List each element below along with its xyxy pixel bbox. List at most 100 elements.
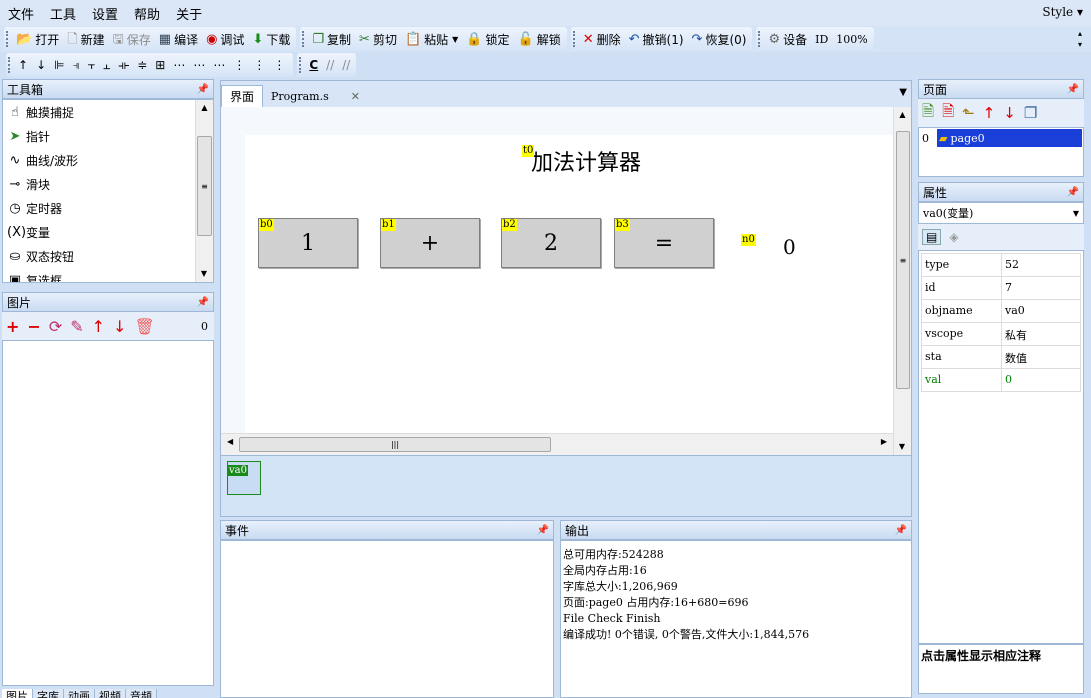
property-value[interactable]: va0 bbox=[1002, 300, 1080, 322]
page-item-page0[interactable]: ▰ page0 bbox=[937, 129, 1082, 147]
toolbox-item[interactable]: ⛀ 双态按钮 bbox=[3, 244, 213, 268]
property-row[interactable]: val 0 bbox=[922, 369, 1080, 392]
lock-button[interactable]: 🔒 锁定 bbox=[462, 28, 513, 50]
close-icon[interactable]: ✕ bbox=[351, 90, 360, 103]
pin-icon[interactable]: 📌 bbox=[537, 525, 549, 536]
output-log[interactable]: 总可用内存:524288 全局内存占用:16 字库总大小:1,206,969 页面:p… bbox=[560, 540, 912, 698]
menu-help[interactable]: 帮助 bbox=[126, 4, 168, 23]
space-h2-icon[interactable]: ⋯ bbox=[189, 54, 209, 76]
editor-hscroll[interactable]: ◀ ||| ▶ bbox=[221, 433, 893, 455]
space-v-icon[interactable]: ⋮ bbox=[229, 54, 249, 76]
add-icon[interactable]: + bbox=[6, 317, 19, 336]
resource-tab[interactable]: 视频 bbox=[95, 689, 126, 698]
align-left-icon[interactable]: ⊫ bbox=[50, 54, 68, 76]
toolbox-scrollbar[interactable]: ▲ ≡ ▼ bbox=[195, 100, 213, 282]
space-h-icon[interactable]: ⋯ bbox=[169, 54, 189, 76]
down-icon[interactable]: ↓ bbox=[113, 317, 126, 336]
tab-interface[interactable]: 界面 bbox=[221, 85, 264, 107]
up-icon[interactable]: ↑ bbox=[92, 317, 105, 336]
pin-icon[interactable]: 📌 bbox=[1067, 187, 1079, 198]
uncomment-icon[interactable]: // bbox=[338, 54, 354, 76]
property-value[interactable]: 数值 bbox=[1002, 346, 1080, 368]
move-up-icon[interactable]: ↑ bbox=[14, 54, 32, 76]
compile-button[interactable]: ▦ 编译 bbox=[155, 28, 202, 50]
tab-list-icon[interactable]: ▼ bbox=[899, 87, 907, 98]
pictures-list[interactable] bbox=[2, 340, 214, 686]
add-page-icon[interactable]: 🗎 bbox=[922, 101, 934, 126]
pin-icon[interactable]: 📌 bbox=[197, 297, 209, 308]
import-page-icon[interactable]: ⬑ bbox=[962, 104, 975, 122]
remove-icon[interactable]: − bbox=[27, 317, 40, 336]
toolbox-item[interactable]: ☝ 触摸捕捉 bbox=[3, 100, 213, 124]
events-icon[interactable]: ◈ bbox=[949, 230, 958, 244]
number-display[interactable]: 0 bbox=[783, 235, 796, 259]
device-settings-button[interactable]: ⚙ 设备 bbox=[764, 28, 811, 50]
grid-icon[interactable]: ⊞ bbox=[151, 54, 169, 76]
toolbox-item[interactable]: ▣ 复选框 bbox=[3, 268, 213, 283]
page-canvas[interactable]: 加法计算器 t0 1 b0 + b1 2 b2 = b3 n0 0 bbox=[245, 135, 893, 433]
align-top-icon[interactable]: ⫟ bbox=[84, 54, 99, 76]
refresh-icon[interactable]: ⟳ bbox=[49, 317, 62, 336]
resource-tab[interactable]: 音频 bbox=[126, 689, 157, 698]
copy-page-icon[interactable]: ❐ bbox=[1024, 104, 1037, 122]
toolbox-item[interactable]: ⊸ 滑块 bbox=[3, 172, 213, 196]
toolbox-item[interactable]: ◷ 定时器 bbox=[3, 196, 213, 220]
align-right-icon[interactable]: ⫣ bbox=[69, 54, 84, 76]
trash-icon[interactable]: 🗑 bbox=[134, 317, 154, 336]
menu-about[interactable]: 关于 bbox=[168, 4, 210, 23]
page-up-icon[interactable]: ↑ bbox=[983, 104, 996, 122]
events-content[interactable] bbox=[220, 540, 554, 698]
center-h-icon[interactable]: ⟛ bbox=[114, 54, 133, 76]
move-down-icon[interactable]: ↓ bbox=[32, 54, 50, 76]
property-value[interactable]: 0 bbox=[1002, 369, 1080, 391]
style-dropdown[interactable]: Style ▾ bbox=[1042, 5, 1083, 19]
toolbox-item[interactable]: ∿ 曲线/波形 bbox=[3, 148, 213, 172]
property-row[interactable]: sta 数值 bbox=[922, 346, 1080, 369]
edit-icon[interactable]: ✎ bbox=[70, 317, 83, 336]
unlock-button[interactable]: 🔓 解锁 bbox=[514, 28, 565, 50]
zoom-level[interactable]: 100% bbox=[832, 28, 871, 50]
menu-file[interactable]: 文件 bbox=[0, 4, 42, 23]
property-value[interactable]: 7 bbox=[1002, 277, 1080, 299]
pin-icon[interactable]: 📌 bbox=[895, 525, 907, 536]
space-v2-icon[interactable]: ⋮ bbox=[249, 54, 269, 76]
debug-button[interactable]: ◉ 调试 bbox=[202, 28, 248, 50]
property-row[interactable]: objname va0 bbox=[922, 300, 1080, 323]
chevron-down-icon[interactable]: ▼ bbox=[452, 35, 458, 44]
property-row[interactable]: type 52 bbox=[922, 254, 1080, 277]
space-h3-icon[interactable]: ⋯ bbox=[209, 54, 229, 76]
property-value[interactable]: 52 bbox=[1002, 254, 1080, 276]
resource-tab[interactable]: 字库 bbox=[33, 689, 64, 698]
editor-vscroll[interactable]: ▲ ≡ ▼ bbox=[893, 107, 911, 455]
new-button[interactable]: 🗋 新建 bbox=[63, 28, 108, 50]
property-row[interactable]: id 7 bbox=[922, 277, 1080, 300]
tab-program[interactable]: Program.s ✕ bbox=[263, 85, 368, 107]
property-row[interactable]: vscope 私有 bbox=[922, 323, 1080, 346]
id-button[interactable]: ID bbox=[811, 28, 832, 50]
delete-button[interactable]: ✕ 删除 bbox=[579, 28, 625, 50]
cut-button[interactable]: ✂ 剪切 bbox=[355, 28, 401, 50]
copy-button[interactable]: ❐ 复制 bbox=[308, 28, 355, 50]
center-v-icon[interactable]: ≑ bbox=[133, 54, 151, 76]
undo-button[interactable]: ↶ 撤销(1) bbox=[625, 28, 688, 50]
page-title-text[interactable]: 加法计算器 bbox=[531, 145, 641, 177]
resource-tab[interactable]: 动画 bbox=[64, 689, 95, 698]
toolbox-item[interactable]: (X) 变量 bbox=[3, 220, 213, 244]
c-button[interactable]: C bbox=[305, 54, 322, 76]
resource-tab[interactable]: 图片 bbox=[2, 689, 33, 698]
menu-tools[interactable]: 工具 bbox=[42, 4, 84, 23]
pin-icon[interactable]: 📌 bbox=[1067, 84, 1079, 95]
redo-button[interactable]: ↷ 恢复(0) bbox=[688, 28, 751, 50]
comment-icon[interactable]: // bbox=[322, 54, 338, 76]
object-select[interactable]: va0(变量) ▼ bbox=[918, 202, 1084, 224]
toolbox-item[interactable]: ➤ 指针 bbox=[3, 124, 213, 148]
align-bottom-icon[interactable]: ⫠ bbox=[99, 54, 114, 76]
paste-button[interactable]: 📋 粘贴 ▼ bbox=[401, 28, 462, 50]
delete-page-icon[interactable]: 🗎 bbox=[942, 101, 954, 126]
space-v3-icon[interactable]: ⋮ bbox=[269, 54, 289, 76]
save-button[interactable]: 🖫 保存 bbox=[109, 28, 155, 50]
page-down-icon[interactable]: ↓ bbox=[1003, 104, 1016, 122]
categorized-icon[interactable]: ▤ bbox=[922, 229, 942, 245]
variable-item[interactable]: va0 bbox=[227, 461, 261, 495]
property-value[interactable]: 私有 bbox=[1002, 323, 1080, 345]
